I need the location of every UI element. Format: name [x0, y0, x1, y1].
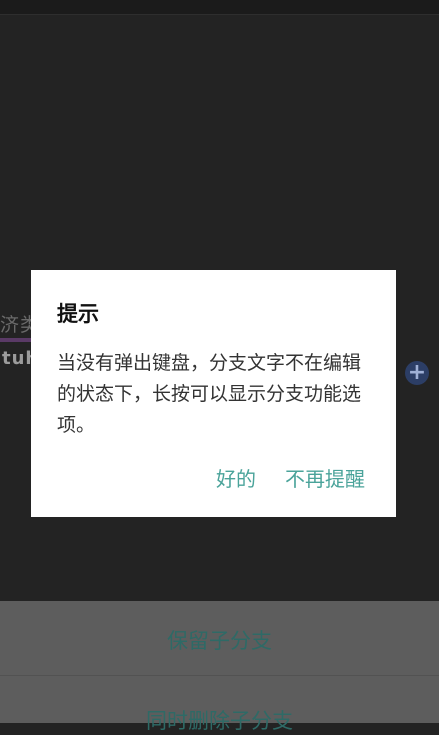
sheet-divider: [0, 675, 439, 676]
dialog-title: 提示: [57, 302, 99, 326]
add-branch-icon: +: [405, 361, 429, 385]
never-remind-button[interactable]: 不再提醒: [285, 463, 365, 492]
keep-children-option[interactable]: 保留子分支: [0, 625, 439, 655]
dialog-message: 当没有弹出键盘，分支文字不在编辑的状态下，长按可以显示分支功能选项。: [57, 352, 362, 436]
hint-dialog: 提示 当没有弹出键盘，分支文字不在编辑的状态下，长按可以显示分支功能选项。 好的…: [31, 270, 396, 517]
ok-button[interactable]: 好的: [216, 463, 256, 492]
background-branch-underline: [0, 338, 34, 342]
delete-children-option[interactable]: 同时删除子分支: [0, 705, 439, 735]
top-edge: [0, 0, 439, 15]
